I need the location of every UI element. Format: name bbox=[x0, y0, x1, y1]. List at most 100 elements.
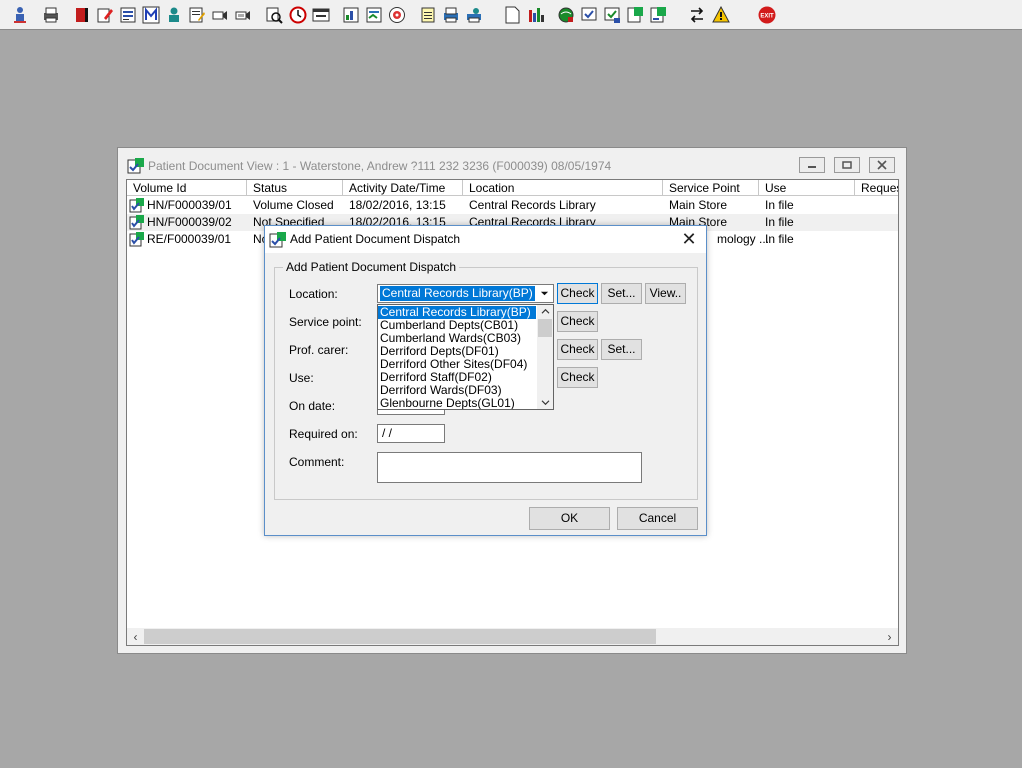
window-icon[interactable] bbox=[311, 5, 331, 25]
globe-tool-icon[interactable] bbox=[556, 5, 576, 25]
cell-location: Central Records Library bbox=[469, 198, 596, 212]
svg-text:EXIT: EXIT bbox=[760, 14, 774, 20]
cell-service-point: Main Store bbox=[669, 198, 728, 212]
scroll-right-icon[interactable]: › bbox=[881, 628, 898, 645]
dialog-title: Add Patient Document Dispatch bbox=[290, 232, 461, 246]
cell-volume-id: HN/F000039/01 bbox=[147, 198, 232, 212]
cell-volume-id: RE/F000039/01 bbox=[147, 232, 232, 246]
close-button[interactable] bbox=[869, 157, 895, 173]
list-item[interactable]: Central Records Library(BP) bbox=[378, 306, 536, 319]
printer-user-icon[interactable] bbox=[464, 5, 484, 25]
location-label: Location: bbox=[289, 287, 338, 301]
col-volume-id[interactable]: Volume Id bbox=[127, 180, 247, 196]
projector2-icon[interactable] bbox=[233, 5, 253, 25]
exit-icon[interactable]: EXIT bbox=[757, 5, 777, 25]
check-doc-icon[interactable] bbox=[579, 5, 599, 25]
swap-arrows-icon[interactable] bbox=[687, 5, 707, 25]
chart-doc-icon[interactable] bbox=[341, 5, 361, 25]
user-search-icon[interactable] bbox=[10, 5, 30, 25]
prof-carer-set-button[interactable]: Set... bbox=[601, 339, 642, 360]
app-document-icon bbox=[127, 157, 145, 175]
doc-green-icon[interactable] bbox=[625, 5, 645, 25]
cell-volume-id: HN/F000039/02 bbox=[147, 215, 232, 229]
horizontal-scrollbar[interactable]: ‹ › bbox=[127, 628, 898, 645]
location-dropdown-list[interactable]: Central Records Library(BP) Cumberland D… bbox=[377, 304, 554, 410]
on-date-label: On date: bbox=[289, 399, 336, 413]
printer2-icon[interactable] bbox=[441, 5, 461, 25]
list-header: Volume Id Status Activity Date/Time Loca… bbox=[127, 180, 898, 197]
scroll-left-icon[interactable]: ‹ bbox=[127, 628, 144, 645]
restore-button[interactable] bbox=[834, 157, 860, 173]
window-title: Patient Document View : 1 - Waterstone, … bbox=[148, 159, 612, 173]
service-point-check-button[interactable]: Check bbox=[557, 311, 598, 332]
volume-doc-icon bbox=[129, 231, 145, 247]
dropdown-scrollbar[interactable] bbox=[537, 305, 553, 409]
col-location[interactable]: Location bbox=[463, 180, 663, 196]
col-activity-date[interactable]: Activity Date/Time bbox=[343, 180, 463, 196]
prof-carer-check-button[interactable]: Check bbox=[557, 339, 598, 360]
notepad-icon[interactable] bbox=[418, 5, 438, 25]
location-value: Central Records Library(BP) bbox=[379, 285, 536, 302]
doctor-icon[interactable] bbox=[164, 5, 184, 25]
blank-page-icon[interactable] bbox=[502, 5, 522, 25]
printer-icon[interactable] bbox=[41, 5, 61, 25]
prof-carer-label: Prof. carer: bbox=[289, 343, 349, 357]
required-on-field[interactable]: / / bbox=[377, 424, 445, 443]
list-item[interactable]: Derriford Depts(DF01) bbox=[378, 345, 536, 358]
close-icon[interactable]: ✕ bbox=[680, 230, 698, 248]
list-item[interactable]: Glenbourne Depts(GL01) bbox=[378, 397, 536, 409]
app-document-icon bbox=[269, 231, 287, 249]
clock-icon[interactable] bbox=[288, 5, 308, 25]
volume-doc-icon bbox=[129, 197, 145, 213]
cell-use: In file bbox=[765, 215, 794, 229]
list-form-icon[interactable] bbox=[118, 5, 138, 25]
volume-doc-icon bbox=[129, 214, 145, 230]
form-doc-icon[interactable] bbox=[364, 5, 384, 25]
book-red-icon[interactable] bbox=[72, 5, 92, 25]
chevron-up-icon[interactable] bbox=[537, 305, 553, 318]
list-item[interactable]: Derriford Other Sites(DF04) bbox=[378, 358, 536, 371]
list-item[interactable]: Derriford Wards(DF03) bbox=[378, 384, 536, 397]
comment-label: Comment: bbox=[289, 455, 345, 469]
note-edit-icon[interactable] bbox=[187, 5, 207, 25]
use-check-button[interactable]: Check bbox=[557, 367, 598, 388]
add-dispatch-dialog: Add Patient Document Dispatch ✕ Add Pati… bbox=[264, 225, 707, 536]
comment-field[interactable] bbox=[377, 452, 642, 483]
mail-m-icon[interactable] bbox=[141, 5, 161, 25]
scroll-thumb[interactable] bbox=[144, 629, 656, 644]
edit-doc-icon[interactable] bbox=[95, 5, 115, 25]
main-toolbar: EXIT bbox=[0, 0, 1022, 30]
location-set-button[interactable]: Set... bbox=[601, 283, 642, 304]
table-row[interactable]: HN/F000039/01 Volume Closed 18/02/2016, … bbox=[127, 197, 898, 214]
location-check-button[interactable]: Check bbox=[557, 283, 598, 304]
list-item[interactable]: Derriford Staff(DF02) bbox=[378, 371, 536, 384]
cell-use: In file bbox=[765, 198, 794, 212]
required-on-label: Required on: bbox=[289, 427, 358, 441]
bar-chart-icon[interactable] bbox=[526, 5, 546, 25]
chevron-down-icon[interactable] bbox=[537, 286, 552, 301]
dialog-titlebar: Add Patient Document Dispatch ✕ bbox=[265, 226, 706, 253]
group-title: Add Patient Document Dispatch bbox=[283, 260, 460, 274]
doc-green2-icon[interactable] bbox=[648, 5, 668, 25]
cell-activity: 18/02/2016, 13:15 bbox=[349, 198, 446, 212]
col-status[interactable]: Status bbox=[247, 180, 343, 196]
cancel-button[interactable]: Cancel bbox=[617, 507, 698, 530]
col-use[interactable]: Use bbox=[759, 180, 855, 196]
location-view-button[interactable]: View.. bbox=[645, 283, 686, 304]
minimize-button[interactable] bbox=[799, 157, 825, 173]
doc-search-icon[interactable] bbox=[264, 5, 284, 25]
chevron-down-icon[interactable] bbox=[537, 396, 553, 409]
ok-button[interactable]: OK bbox=[529, 507, 610, 530]
col-request[interactable]: Reques bbox=[855, 180, 898, 196]
cell-use: In file bbox=[765, 232, 794, 246]
col-service-point[interactable]: Service Point bbox=[663, 180, 759, 196]
location-combobox[interactable]: Central Records Library(BP) bbox=[377, 284, 554, 303]
list-item[interactable]: Cumberland Depts(CB01) bbox=[378, 319, 536, 332]
service-point-label: Service point: bbox=[289, 315, 362, 329]
cd-icon[interactable] bbox=[387, 5, 407, 25]
scroll-thumb[interactable] bbox=[538, 319, 552, 337]
warning-icon[interactable] bbox=[711, 5, 731, 25]
projector-icon[interactable] bbox=[210, 5, 230, 25]
list-item[interactable]: Cumberland Wards(CB03) bbox=[378, 332, 536, 345]
check-doc2-icon[interactable] bbox=[602, 5, 622, 25]
